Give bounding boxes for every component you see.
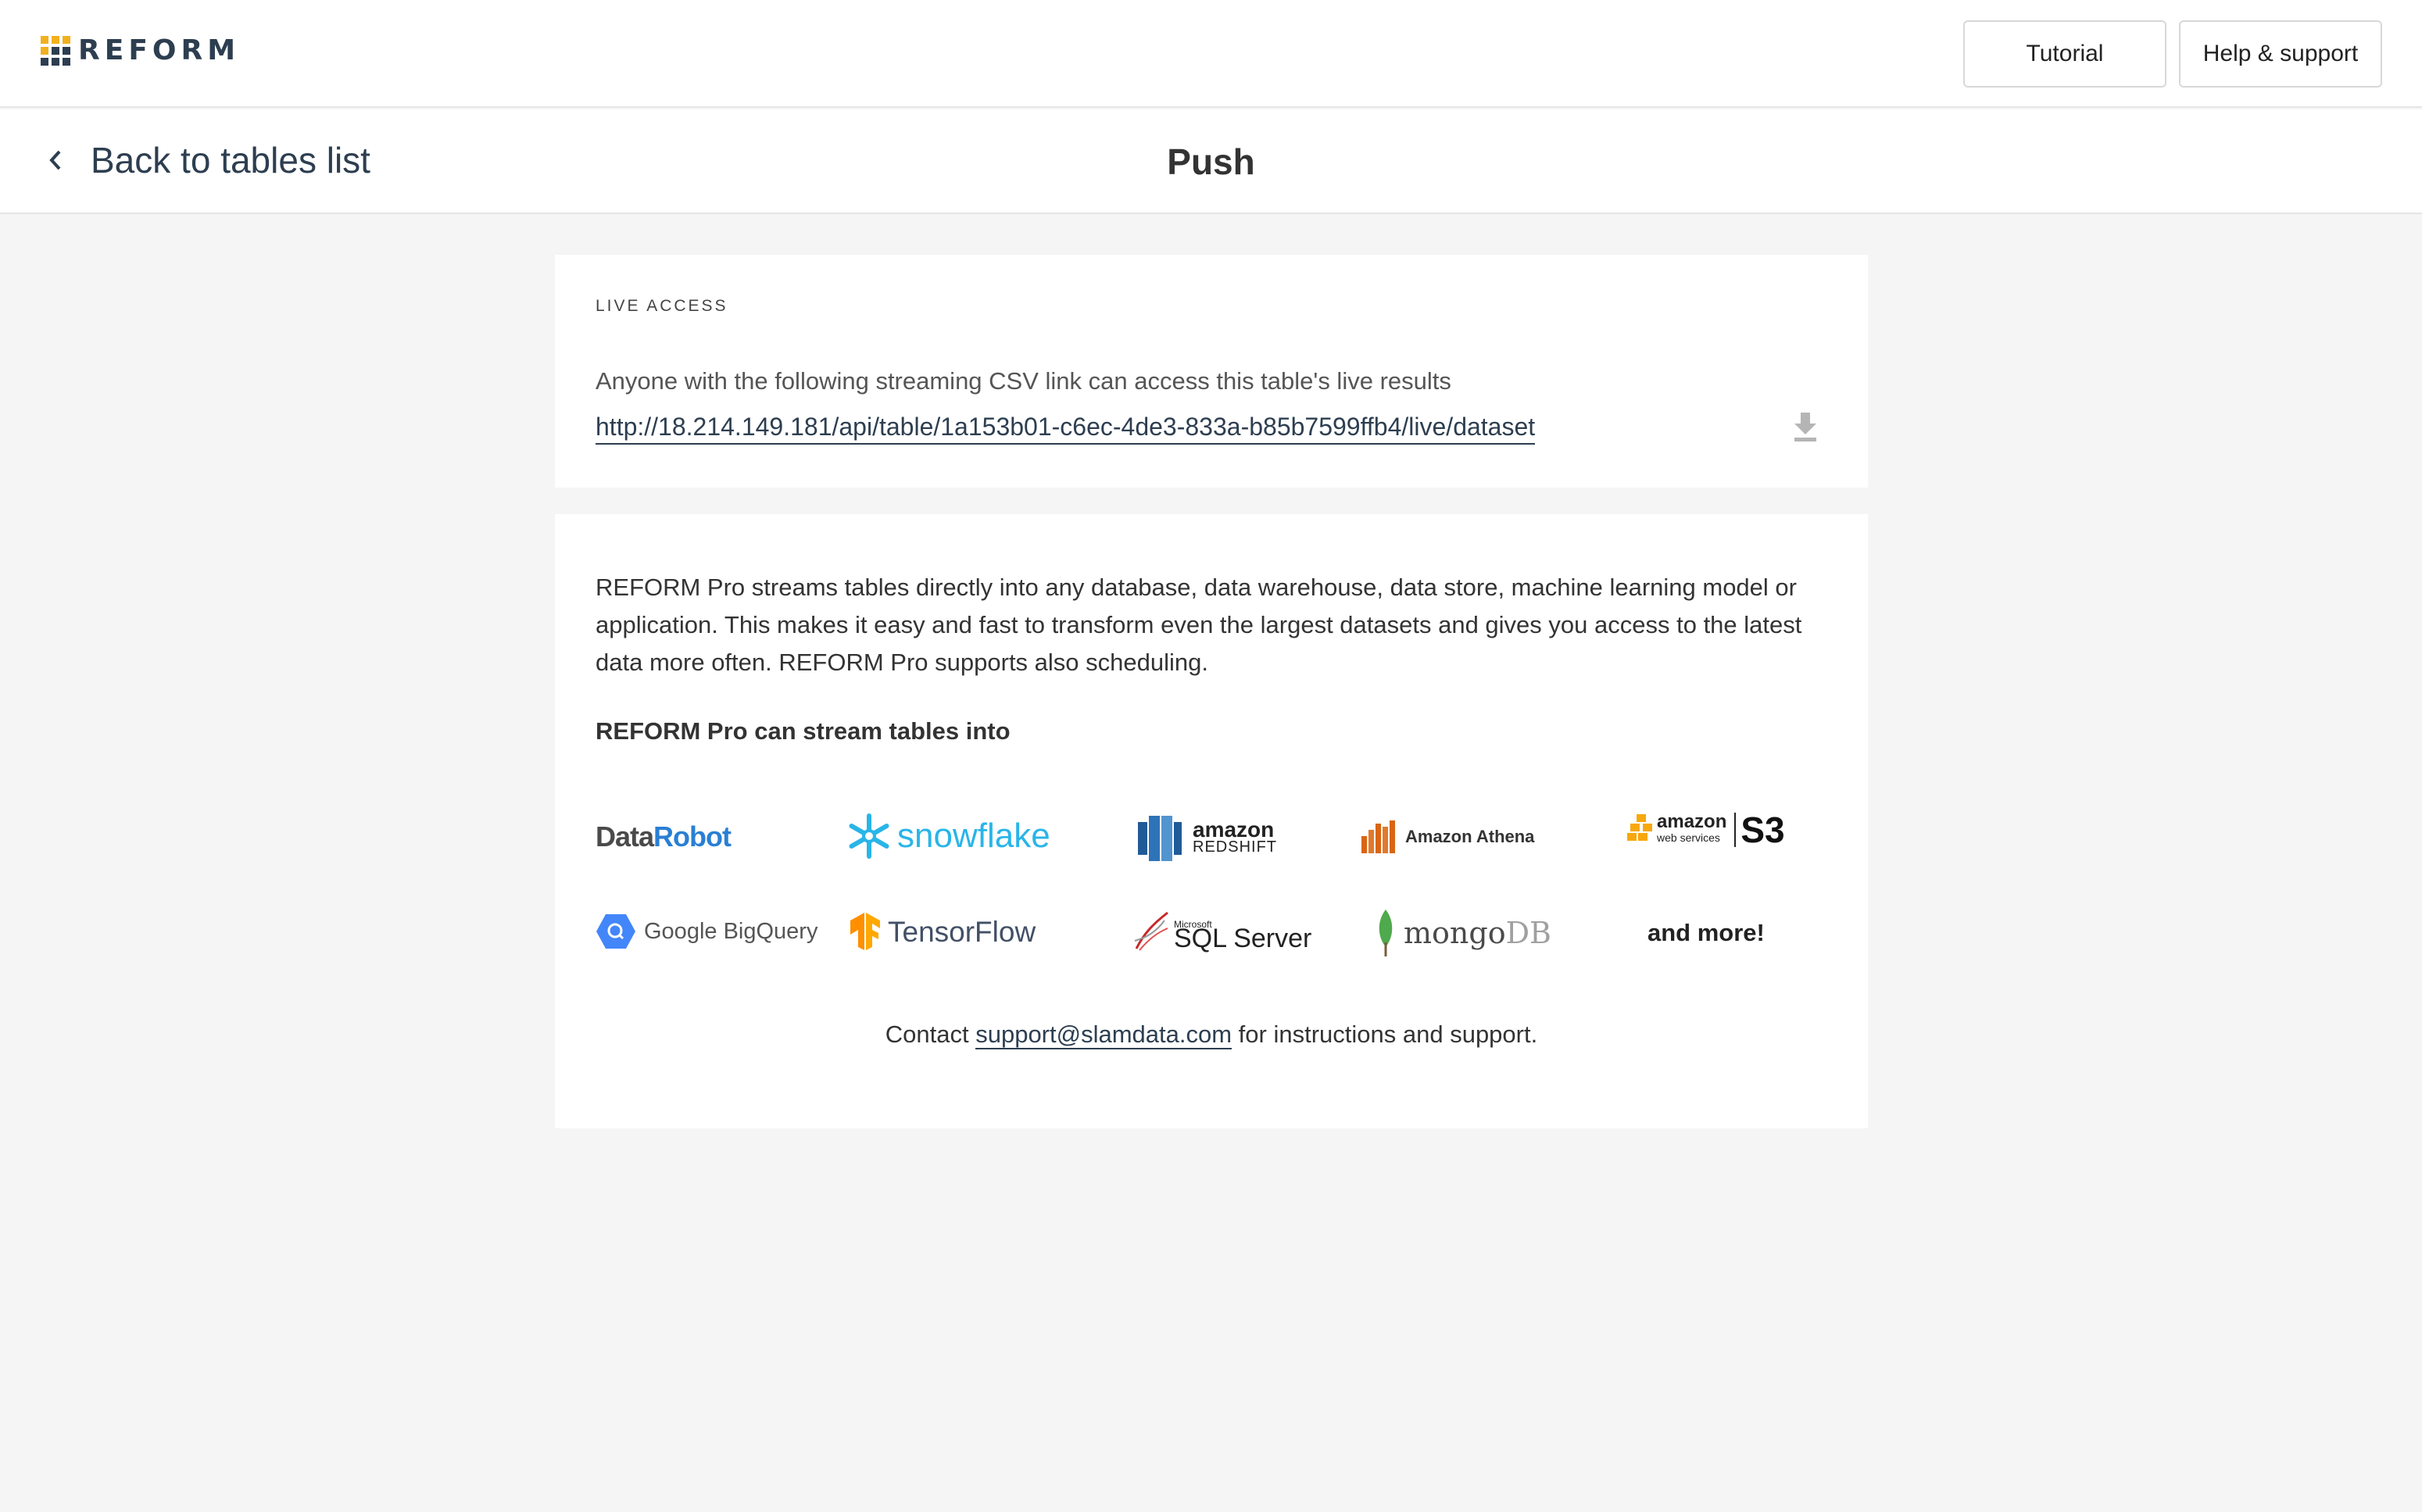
logo-text: REFORM — [78, 34, 241, 66]
s3-text-b: web services — [1657, 831, 1720, 844]
contact-line: Contact support@slamdata.com for instruc… — [555, 1021, 1868, 1049]
redshift-text-b: REDSHIFT — [1193, 838, 1277, 856]
live-dataset-link[interactable]: http://18.214.149.181/api/table/1a153b01… — [596, 413, 1536, 445]
amazon-redshift-logo: amazon REDSHIFT — [1135, 811, 1277, 866]
redshift-text-a: amazon — [1193, 817, 1275, 842]
sqlserver-text-b: SQL Server — [1174, 924, 1312, 953]
mongodb-text-a: mongo — [1404, 916, 1506, 950]
datarobot-logo: Data Robot — [596, 820, 732, 853]
datarobot-text-b: Robot — [653, 820, 732, 853]
snowflake-text: snowflake — [897, 817, 1050, 855]
reform-pro-card: REFORM Pro streams tables directly into … — [555, 514, 1868, 1128]
sql-server-icon — [1134, 911, 1168, 951]
support-email-link[interactable]: support@slamdata.com — [975, 1021, 1232, 1049]
and-more-label: and more! — [1647, 919, 1765, 946]
tensorflow-icon — [850, 913, 880, 950]
athena-text: Amazon Athena — [1405, 827, 1535, 846]
section-label: LIVE ACCESS — [596, 297, 728, 315]
mongodb-leaf-icon — [1379, 910, 1393, 956]
reform-logo[interactable]: REFORM — [41, 34, 240, 66]
mongodb-logo: mongoDB — [1376, 908, 1551, 958]
google-bigquery-logo: Google BigQuery — [596, 913, 817, 950]
bigquery-text: Google BigQuery — [644, 918, 818, 944]
tensorflow-logo: TensorFlow — [849, 913, 1036, 952]
redshift-icon — [1138, 816, 1182, 861]
contact-prefix: Contact — [885, 1021, 976, 1048]
bigquery-icon — [596, 914, 635, 949]
aws-cubes-icon — [1627, 814, 1652, 841]
amazon-s3-logo: amazon web services S3 — [1626, 811, 1785, 848]
logo-mark-icon — [41, 35, 70, 66]
sql-server-logo: Microsoft SQL Server — [1133, 910, 1311, 953]
live-access-description: Anyone with the following streaming CSV … — [596, 367, 1451, 395]
tensorflow-text: TensorFlow — [888, 916, 1036, 948]
amazon-athena-logo: Amazon Athena — [1360, 819, 1534, 855]
s3-text-c: S3 — [1734, 812, 1785, 848]
snowflake-icon — [849, 813, 889, 859]
athena-icon — [1361, 820, 1395, 853]
back-to-tables-link[interactable]: Back to tables list — [48, 139, 370, 181]
top-bar: REFORM Tutorial Help & support — [0, 0, 2422, 108]
snowflake-logo: snowflake — [846, 813, 1050, 860]
sub-header: Push Back to tables list — [0, 109, 2422, 214]
chevron-left-icon — [49, 150, 61, 170]
live-access-card: LIVE ACCESS Anyone with the following st… — [555, 255, 1868, 488]
contact-suffix: for instructions and support. — [1232, 1021, 1538, 1048]
pro-subheading: REFORM Pro can stream tables into — [596, 717, 1011, 745]
s3-text-a: amazon — [1657, 811, 1727, 832]
download-icon[interactable] — [1790, 409, 1821, 448]
pro-description: REFORM Pro streams tables directly into … — [596, 574, 1802, 676]
back-link-label: Back to tables list — [91, 140, 370, 181]
mongodb-text-b: DB — [1505, 916, 1551, 950]
datarobot-text-a: Data — [596, 820, 654, 853]
tutorial-button[interactable]: Tutorial — [1963, 20, 2166, 88]
help-support-button[interactable]: Help & support — [2179, 20, 2382, 88]
